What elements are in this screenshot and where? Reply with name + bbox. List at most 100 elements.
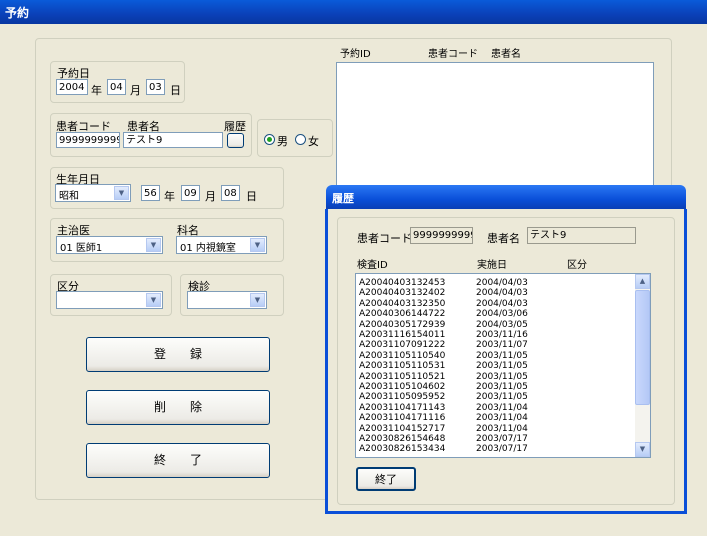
history-row-date: 2003/11/04 <box>476 423 528 434</box>
window-title: 予約 <box>5 6 30 20</box>
history-name-label: 患者名 <box>487 232 520 245</box>
history-row-date: 2003/11/05 <box>476 350 528 361</box>
history-row[interactable]: A20031104152717 2003/11/04 <box>356 424 636 434</box>
history-row[interactable]: A20031104171143 2003/11/04 <box>356 403 636 413</box>
history-row-id: A20040306144722 <box>359 309 446 320</box>
chevron-up-icon: ▲ <box>639 277 646 285</box>
history-row[interactable]: A20030826153434 2003/07/17 <box>356 444 636 454</box>
female-radio[interactable] <box>295 134 306 145</box>
history-row-id: A20031105095952 <box>359 392 446 403</box>
history-row-date: 2003/11/07 <box>476 340 528 351</box>
birth-era-select[interactable]: 昭和 ▼ <box>55 184 131 202</box>
patient-name-field[interactable]: テスト9 <box>123 132 223 148</box>
history-row-id: A20040403132402 <box>359 288 446 299</box>
history-row-date: 2003/07/17 <box>476 444 528 455</box>
patient-code-field[interactable]: 9999999999 <box>56 132 120 148</box>
chevron-down-icon: ▼ <box>639 445 646 453</box>
female-label: 女 <box>308 135 319 148</box>
male-radio[interactable] <box>264 134 275 145</box>
scroll-up-button[interactable]: ▲ <box>635 274 650 289</box>
history-row-date: 2003/11/04 <box>476 413 528 424</box>
chevron-down-icon[interactable]: ▼ <box>146 293 161 307</box>
history-row[interactable]: A20030826154648 2003/07/17 <box>356 434 636 444</box>
register-button[interactable]: 登 録 <box>86 337 270 372</box>
history-row[interactable]: A20040305172939 2004/03/05 <box>356 320 636 330</box>
scroll-thumb[interactable] <box>635 290 650 405</box>
history-row-date: 2004/04/03 <box>476 288 528 299</box>
reservation-year-unit: 年 <box>91 84 102 97</box>
reservation-month-field[interactable]: 04 <box>107 79 126 95</box>
department-value: 01 内視鏡室 <box>180 243 236 254</box>
reservation-list-col-code: 患者コード <box>428 49 478 60</box>
history-row-id: A20040403132350 <box>359 298 446 309</box>
history-row-id: A20031105110531 <box>359 361 446 372</box>
history-list[interactable]: A20040403132453 2004/04/03 A20040403132402… <box>355 273 651 458</box>
history-name-field: テスト9 <box>527 227 636 244</box>
exit-button[interactable]: 終 了 <box>86 443 270 478</box>
history-row[interactable]: A20031105095952 2003/11/05 <box>356 392 636 402</box>
birth-day-field[interactable]: 08 <box>221 185 240 201</box>
chevron-down-icon[interactable]: ▼ <box>250 293 265 307</box>
history-row[interactable]: A20031107091222 2003/11/07 <box>356 340 636 350</box>
birth-year-field[interactable]: 56 <box>141 185 160 201</box>
window-titlebar: 予約 <box>0 0 707 24</box>
exam-select[interactable]: ▼ <box>187 291 267 309</box>
history-row[interactable]: A20040403132402 2004/04/03 <box>356 288 636 298</box>
history-row-date: 2003/11/05 <box>476 392 528 403</box>
history-list-scrollbar[interactable]: ▲ ▼ <box>635 274 650 457</box>
history-row[interactable]: A20031105110540 2003/11/05 <box>356 351 636 361</box>
history-label: 履歴 <box>224 120 246 133</box>
birth-year-unit: 年 <box>164 190 175 203</box>
history-row-date: 2004/04/03 <box>476 298 528 309</box>
chevron-down-icon[interactable]: ▼ <box>250 238 265 252</box>
history-col-category: 区分 <box>567 260 587 271</box>
history-col-date: 実施日 <box>477 260 507 271</box>
history-row-date: 2004/03/05 <box>476 319 528 330</box>
history-close-button[interactable]: 終了 <box>356 467 416 491</box>
history-row[interactable]: A20031116154011 2003/11/16 <box>356 330 636 340</box>
history-row-id: A20031105104602 <box>359 382 446 392</box>
history-row[interactable]: A20031105110521 2003/11/05 <box>356 372 636 382</box>
history-row-id: A20030826153434 <box>359 444 446 455</box>
history-dialog-title: 履歴 <box>332 192 354 205</box>
radio-selected-dot <box>267 137 272 142</box>
history-row-id: A20031104152717 <box>359 423 446 434</box>
chevron-down-icon[interactable]: ▼ <box>114 186 129 200</box>
doctor-value: 01 医師1 <box>60 243 103 254</box>
reservation-list-col-id: 予約ID <box>340 49 371 60</box>
history-row-id: A20031105110521 <box>359 371 446 382</box>
history-row[interactable]: A20040403132453 2004/04/03 <box>356 278 636 288</box>
history-row-id: A20031116154011 <box>359 330 446 340</box>
history-button[interactable] <box>227 133 244 148</box>
chevron-down-icon[interactable]: ▼ <box>146 238 161 252</box>
history-row-id: A20031105110540 <box>359 350 446 361</box>
reservation-year-field[interactable]: 2004 <box>56 79 88 95</box>
delete-button[interactable]: 削 除 <box>86 390 270 425</box>
history-row-date: 2003/11/04 <box>476 402 528 413</box>
history-dialog-titlebar: 履歴 <box>326 185 686 209</box>
reservation-list-col-name: 患者名 <box>491 49 521 60</box>
doctor-select[interactable]: 01 医師1 ▼ <box>56 236 163 254</box>
reservation-day-field[interactable]: 03 <box>146 79 165 95</box>
birth-day-unit: 日 <box>246 190 257 203</box>
history-row-id: A20031104171116 <box>359 413 446 424</box>
history-row-id: A20031104171143 <box>359 402 446 413</box>
history-row-date: 2003/11/05 <box>476 361 528 372</box>
history-row-id: A20040305172939 <box>359 319 446 330</box>
history-code-label: 患者コード <box>357 232 412 245</box>
history-row-date: 2004/04/03 <box>476 278 528 288</box>
history-col-id: 検査ID <box>357 260 388 271</box>
birth-month-field[interactable]: 09 <box>181 185 200 201</box>
history-row[interactable]: A20031105110531 2003/11/05 <box>356 361 636 371</box>
history-row-date: 2003/11/16 <box>476 330 528 340</box>
history-row-id: A20030826154648 <box>359 434 446 444</box>
department-select[interactable]: 01 内視鏡室 ▼ <box>176 236 267 254</box>
category-select[interactable]: ▼ <box>56 291 163 309</box>
reservation-list[interactable] <box>336 62 654 188</box>
scroll-down-button[interactable]: ▼ <box>635 442 650 457</box>
history-row[interactable]: A20031105104602 2003/11/05 <box>356 382 636 392</box>
reservation-month-unit: 月 <box>130 84 141 97</box>
history-row[interactable]: A20031104171116 2003/11/04 <box>356 413 636 423</box>
history-row[interactable]: A20040306144722 2004/03/06 <box>356 309 636 319</box>
history-row[interactable]: A20040403132350 2004/04/03 <box>356 299 636 309</box>
